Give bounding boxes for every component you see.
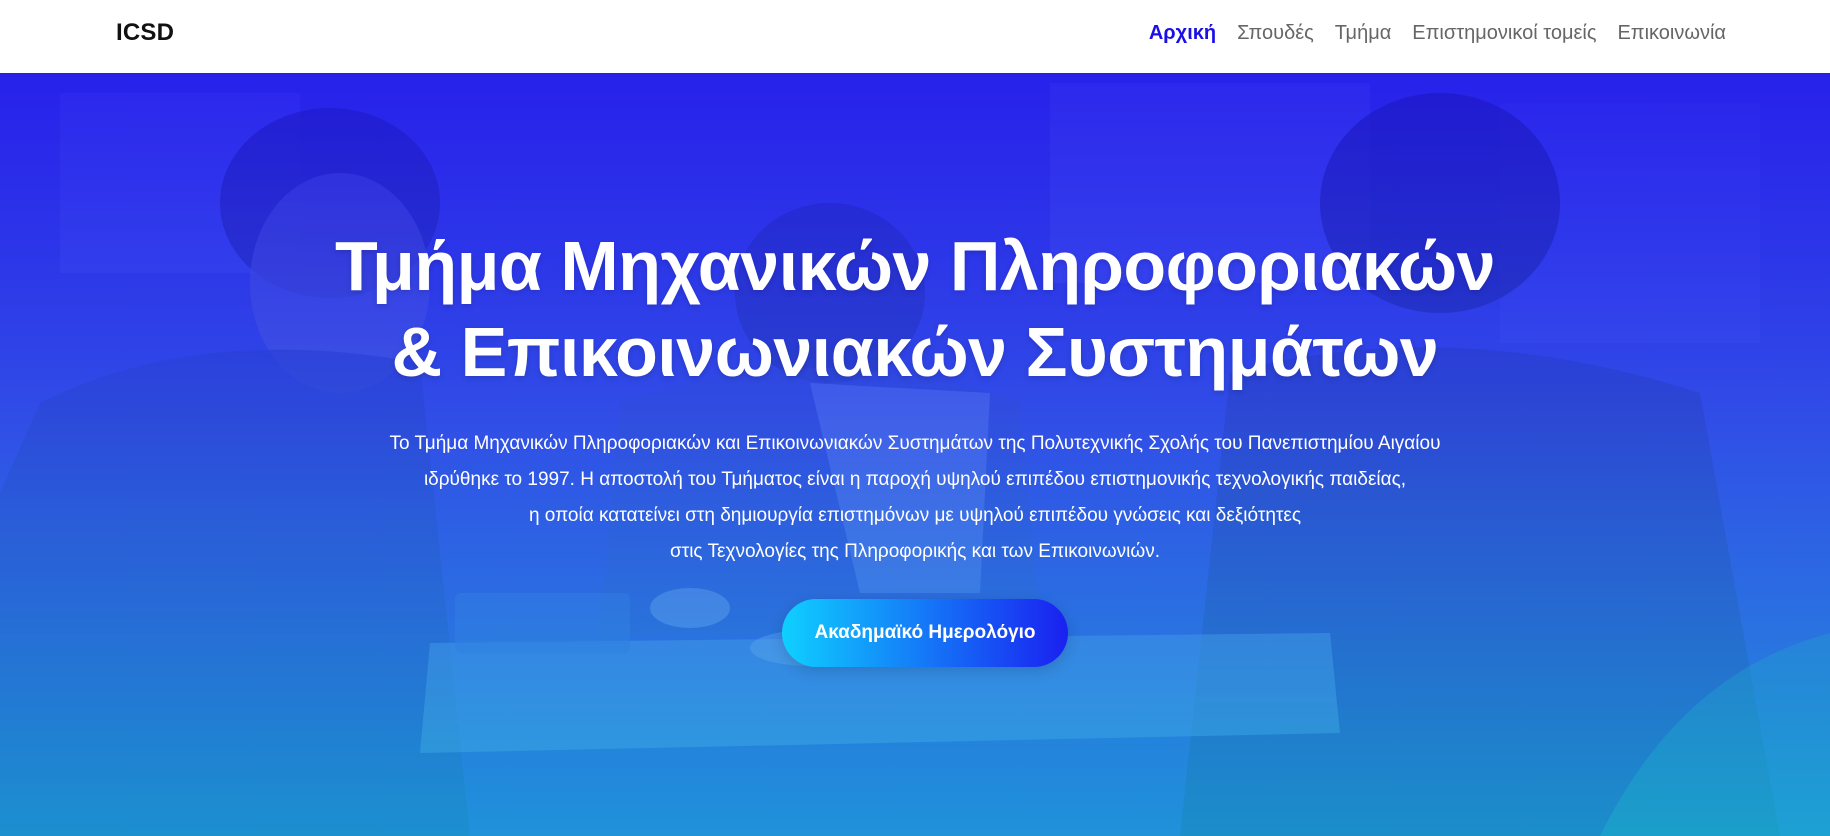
hero-title: Τμήμα Μηχανικών Πληροφοριακών & Επικοινω… [0, 223, 1830, 395]
top-navbar: ICSD Αρχική Σπουδές Τμήμα Επιστημονικοί … [0, 0, 1830, 73]
academic-calendar-button[interactable]: Ακαδημαϊκό Ημερολόγιο [782, 599, 1068, 667]
nav-item-studies[interactable]: Σπουδές [1237, 22, 1314, 45]
nav-item-department[interactable]: Τμήμα [1335, 22, 1391, 45]
hero-description-line2: ιδρύθηκε το 1997. Η αποστολή του Τμήματο… [423, 469, 1407, 490]
hero-title-line1: Τμήμα Μηχανικών Πληροφοριακών [334, 227, 1496, 305]
hero-description-line1: Το Τμήμα Μηχανικών Πληροφοριακών και Επι… [389, 433, 1441, 454]
hero-description: Το Τμήμα Μηχανικών Πληροφοριακών και Επι… [0, 426, 1830, 570]
nav-item-home[interactable]: Αρχική [1149, 22, 1216, 45]
hero-description-line4: στις Τεχνολογίες της Πληροφορικής και τω… [669, 541, 1161, 562]
nav-item-research-areas[interactable]: Επιστημονικοί τομείς [1412, 22, 1596, 45]
hero-title-line2: & Επικοινωνιακών Συστημάτων [391, 313, 1439, 391]
nav-item-contact[interactable]: Επικοινωνία [1617, 22, 1726, 45]
hero-section: Τμήμα Μηχανικών Πληροφοριακών & Επικοινω… [0, 73, 1830, 836]
brand-logo[interactable]: ICSD [116, 19, 174, 47]
hero-description-line3: η οποία κατατείνει στη δημιουργία επιστη… [528, 505, 1302, 526]
main-nav: Αρχική Σπουδές Τμήμα Επιστημονικοί τομεί… [1149, 22, 1726, 45]
